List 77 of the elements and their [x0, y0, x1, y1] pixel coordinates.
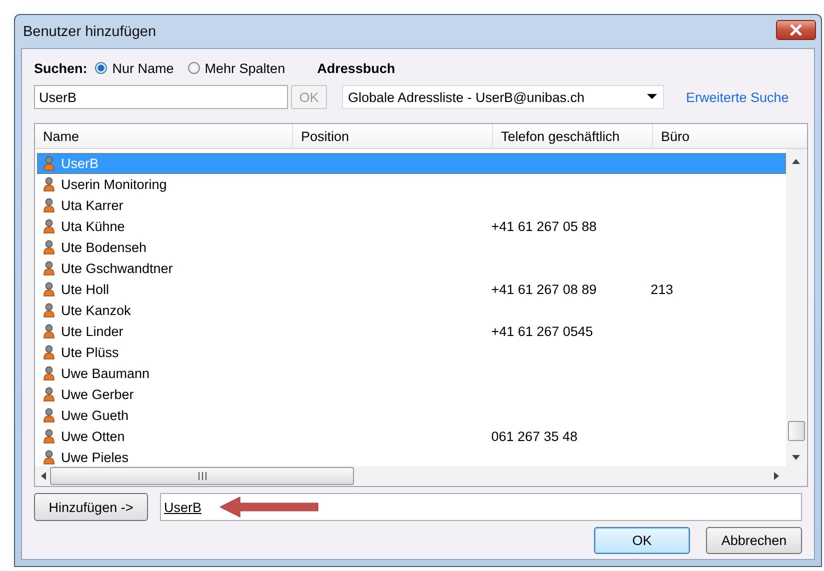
contact-name: Ute Plüss — [61, 345, 119, 360]
close-button[interactable] — [776, 20, 816, 40]
grip-icon — [198, 472, 206, 480]
contact-row[interactable]: Ute Kanzok — [37, 300, 786, 321]
scroll-up-icon — [792, 159, 800, 164]
column-header[interactable]: Telefon geschäftlich — [493, 124, 653, 148]
office-number: 213 — [650, 282, 674, 297]
contact-name: Uwe Baumann — [61, 366, 150, 381]
phone-number: 061 267 35 48 — [491, 429, 578, 444]
contact-row[interactable]: Ute Holl +41 61 267 08 89 213 — [37, 279, 786, 300]
contact-name: Ute Kanzok — [61, 303, 131, 318]
contact-row[interactable]: Ute Plüss — [37, 342, 786, 363]
contact-name: Ute Bodenseh — [61, 240, 147, 255]
dialog-button[interactable]: OK — [594, 527, 690, 554]
contact-name: Uta Karrer — [61, 198, 124, 213]
person-icon — [43, 324, 55, 339]
person-icon — [43, 156, 55, 171]
search-field[interactable]: UserB — [34, 85, 288, 109]
scroll-right-icon — [774, 472, 779, 480]
contact-row[interactable]: Uta Karrer — [37, 195, 786, 216]
scrollbar-thumb[interactable] — [788, 421, 805, 441]
vertical-scrollbar[interactable] — [786, 149, 806, 466]
contact-row[interactable]: Ute Linder +41 61 267 0545 — [37, 321, 786, 342]
contact-name: Uta Kühne — [61, 219, 125, 234]
column-header[interactable]: Name — [35, 124, 293, 148]
person-icon — [43, 198, 55, 213]
contact-row[interactable]: Uta Kühne +41 61 267 05 88 — [37, 216, 786, 237]
contact-name: Ute Gschwandtner — [61, 261, 173, 276]
phone-number: +41 61 267 08 89 — [491, 282, 597, 297]
contact-row[interactable]: Ute Bodenseh — [37, 237, 786, 258]
contact-name: UserB — [61, 156, 99, 171]
contact-name: Userin Monitoring — [61, 177, 167, 192]
recipients-field[interactable]: UserB — [160, 493, 802, 521]
scroll-left-icon — [41, 472, 46, 480]
contact-name: Uwe Gerber — [61, 387, 134, 402]
dropdown-arrow-icon — [647, 94, 657, 100]
contact-name: Ute Holl — [61, 282, 110, 297]
contact-row[interactable]: Uwe Baumann — [37, 363, 786, 384]
person-icon — [43, 177, 55, 192]
contact-row[interactable]: Uwe Otten 061 267 35 48 — [37, 426, 786, 447]
person-icon — [43, 345, 55, 360]
contact-name: Ute Linder — [61, 324, 124, 339]
phone-number: +41 61 267 05 88 — [491, 219, 597, 234]
scroll-down-icon — [792, 455, 800, 460]
advanced-search-link[interactable]: Erweiterte Suche — [686, 90, 789, 104]
person-icon — [43, 366, 55, 381]
contact-row[interactable]: Userin Monitoring — [37, 174, 786, 195]
dialog-button[interactable]: Abbrechen — [706, 527, 802, 554]
column-header[interactable]: Position — [293, 124, 493, 148]
scrollbar-thumb[interactable] — [50, 467, 354, 485]
add-button[interactable]: Hinzufügen -> — [34, 493, 148, 521]
contact-row[interactable]: Ute Gschwandtner — [37, 258, 786, 279]
person-icon — [43, 240, 55, 255]
window-title: Benutzer hinzufügen — [23, 24, 156, 40]
person-icon — [43, 408, 55, 423]
column-header[interactable]: Büro — [653, 124, 807, 148]
person-icon — [43, 219, 55, 234]
address-book-dropdown[interactable]: Globale Adressliste - UserB@unibas.ch — [342, 85, 664, 109]
radio-option[interactable]: Nur Name — [95, 60, 174, 76]
phone-number: +41 61 267 0545 — [491, 324, 593, 339]
contact-name: Uwe Otten — [61, 429, 125, 444]
person-icon — [43, 429, 55, 444]
person-icon — [43, 303, 55, 318]
person-icon — [43, 261, 55, 276]
contact-name: Uwe Gueth — [61, 408, 129, 423]
contact-name: Uwe Pieles — [61, 450, 129, 465]
person-icon — [43, 282, 55, 297]
person-icon — [43, 387, 55, 402]
person-icon — [43, 450, 55, 465]
close-icon — [789, 24, 803, 36]
contact-row[interactable]: Uwe Gueth — [37, 405, 786, 426]
contact-row[interactable]: Uwe Pieles — [37, 447, 786, 466]
search-label: Suchen: — [34, 60, 88, 76]
horizontal-scrollbar[interactable] — [35, 466, 807, 486]
radio-option[interactable]: Mehr Spalten — [188, 60, 286, 76]
contact-row[interactable]: Uwe Gerber — [37, 384, 786, 405]
address-book-label: Adressbuch — [317, 60, 396, 76]
